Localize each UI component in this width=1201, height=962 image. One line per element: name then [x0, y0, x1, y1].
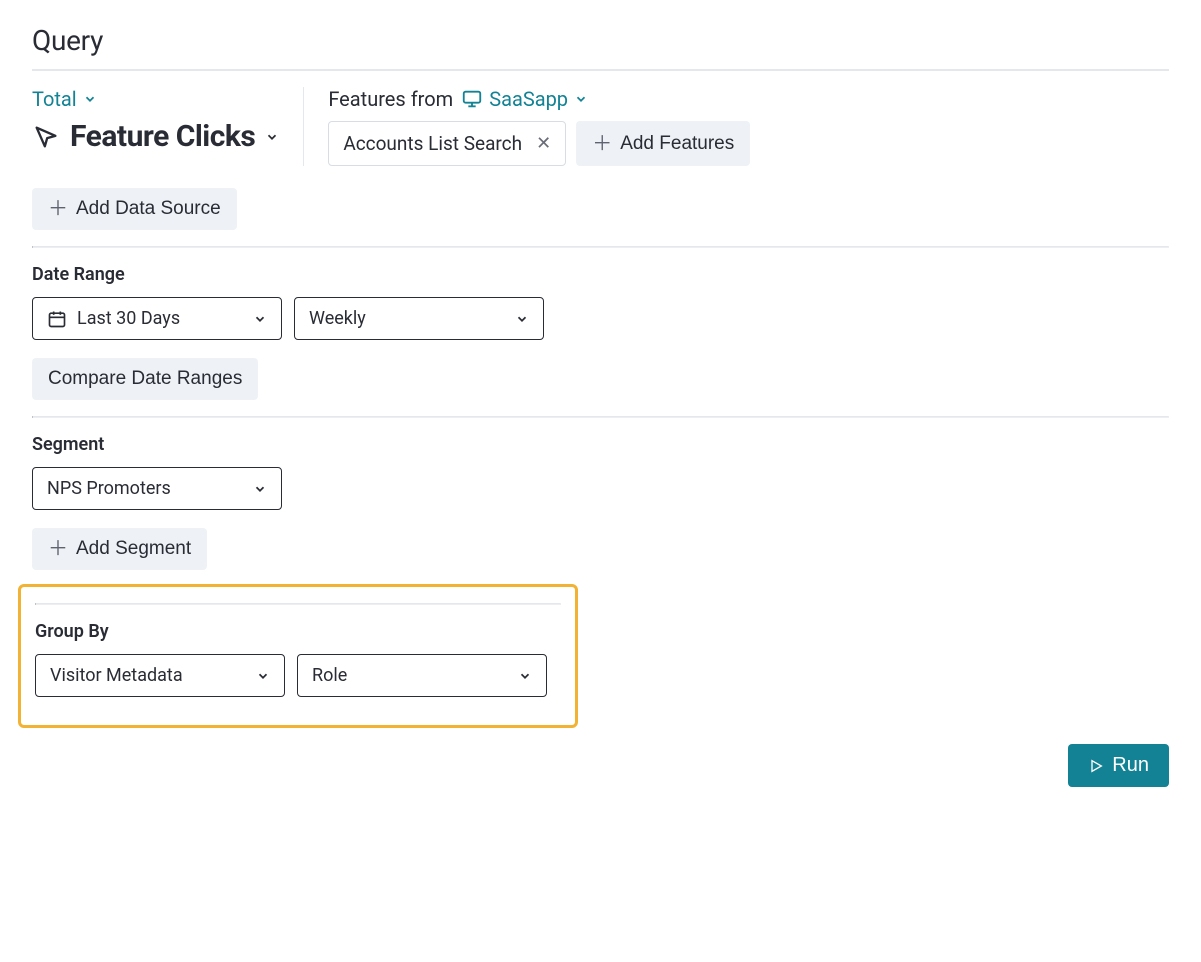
- feature-chip-row: Accounts List Search ✕ ＋ Add Features: [328, 121, 1169, 166]
- date-range-row: Last 30 Days Weekly: [32, 297, 1169, 340]
- granularity-select[interactable]: Weekly: [294, 297, 544, 340]
- features-block: Features from SaaSapp Accounts List Sear…: [328, 87, 1169, 166]
- query-panel: Query Total Feature Clicks: [32, 24, 1169, 787]
- metric-block: Total Feature Clicks: [32, 87, 303, 166]
- granularity-value: Weekly: [309, 308, 366, 329]
- group-by-field-value: Role: [312, 665, 347, 686]
- close-icon[interactable]: ✕: [536, 135, 551, 153]
- add-features-button[interactable]: ＋ Add Features: [576, 121, 750, 166]
- segment-label: Segment: [32, 434, 1169, 455]
- chevron-down-icon: [253, 482, 267, 496]
- group-by-highlight: Group By Visitor Metadata Role: [18, 584, 578, 728]
- add-features-label: Add Features: [620, 133, 734, 155]
- plus-icon: ＋: [592, 134, 612, 154]
- date-range-value: Last 30 Days: [77, 308, 180, 329]
- cursor-icon: [32, 123, 60, 151]
- plus-icon: ＋: [48, 199, 68, 219]
- chevron-down-icon: [83, 92, 97, 106]
- divider: [32, 69, 1169, 71]
- run-label: Run: [1112, 754, 1149, 777]
- segment-value: NPS Promoters: [47, 478, 171, 499]
- date-range-label: Date Range: [32, 264, 1169, 285]
- chevron-down-icon: [515, 312, 529, 326]
- panel-title: Query: [32, 24, 1169, 57]
- chevron-down-icon: [256, 669, 270, 683]
- calendar-icon: [47, 309, 67, 329]
- group-by-label: Group By: [35, 621, 561, 642]
- features-from-row: Features from SaaSapp: [328, 87, 1169, 111]
- feature-chip[interactable]: Accounts List Search ✕: [328, 121, 566, 166]
- run-button[interactable]: Run: [1068, 744, 1169, 787]
- aggregation-dropdown[interactable]: Total: [32, 87, 97, 111]
- add-segment-button[interactable]: ＋ Add Segment: [32, 528, 207, 570]
- group-by-field-select[interactable]: Role: [297, 654, 547, 697]
- divider: [32, 246, 1169, 248]
- metric-title: Feature Clicks: [70, 119, 255, 154]
- divider: [32, 416, 1169, 418]
- monitor-icon: [461, 88, 483, 110]
- aggregation-label: Total: [32, 87, 77, 111]
- add-data-source-label: Add Data Source: [76, 198, 221, 220]
- chevron-down-icon: [253, 312, 267, 326]
- group-by-type-select[interactable]: Visitor Metadata: [35, 654, 285, 697]
- divider: [35, 603, 561, 605]
- play-icon: [1088, 758, 1104, 774]
- vertical-divider: [303, 87, 304, 166]
- add-data-source-button[interactable]: ＋ Add Data Source: [32, 188, 237, 230]
- plus-icon: ＋: [48, 539, 68, 559]
- chevron-down-icon: [574, 92, 588, 106]
- compare-label: Compare Date Ranges: [48, 368, 242, 390]
- chevron-down-icon: [518, 669, 532, 683]
- app-dropdown[interactable]: SaaSapp: [461, 87, 588, 111]
- features-from-label: Features from: [328, 87, 453, 111]
- footer: Run: [32, 744, 1169, 787]
- app-name: SaaSapp: [489, 87, 568, 111]
- chevron-down-icon: [265, 130, 279, 144]
- date-range-select[interactable]: Last 30 Days: [32, 297, 282, 340]
- segment-select[interactable]: NPS Promoters: [32, 467, 282, 510]
- compare-date-ranges-button[interactable]: Compare Date Ranges: [32, 358, 258, 400]
- feature-chip-label: Accounts List Search: [343, 132, 522, 155]
- metric-selector[interactable]: Feature Clicks: [32, 119, 279, 154]
- top-config-row: Total Feature Clicks Features from: [32, 87, 1169, 166]
- add-segment-label: Add Segment: [76, 538, 191, 560]
- group-by-type-value: Visitor Metadata: [50, 665, 183, 686]
